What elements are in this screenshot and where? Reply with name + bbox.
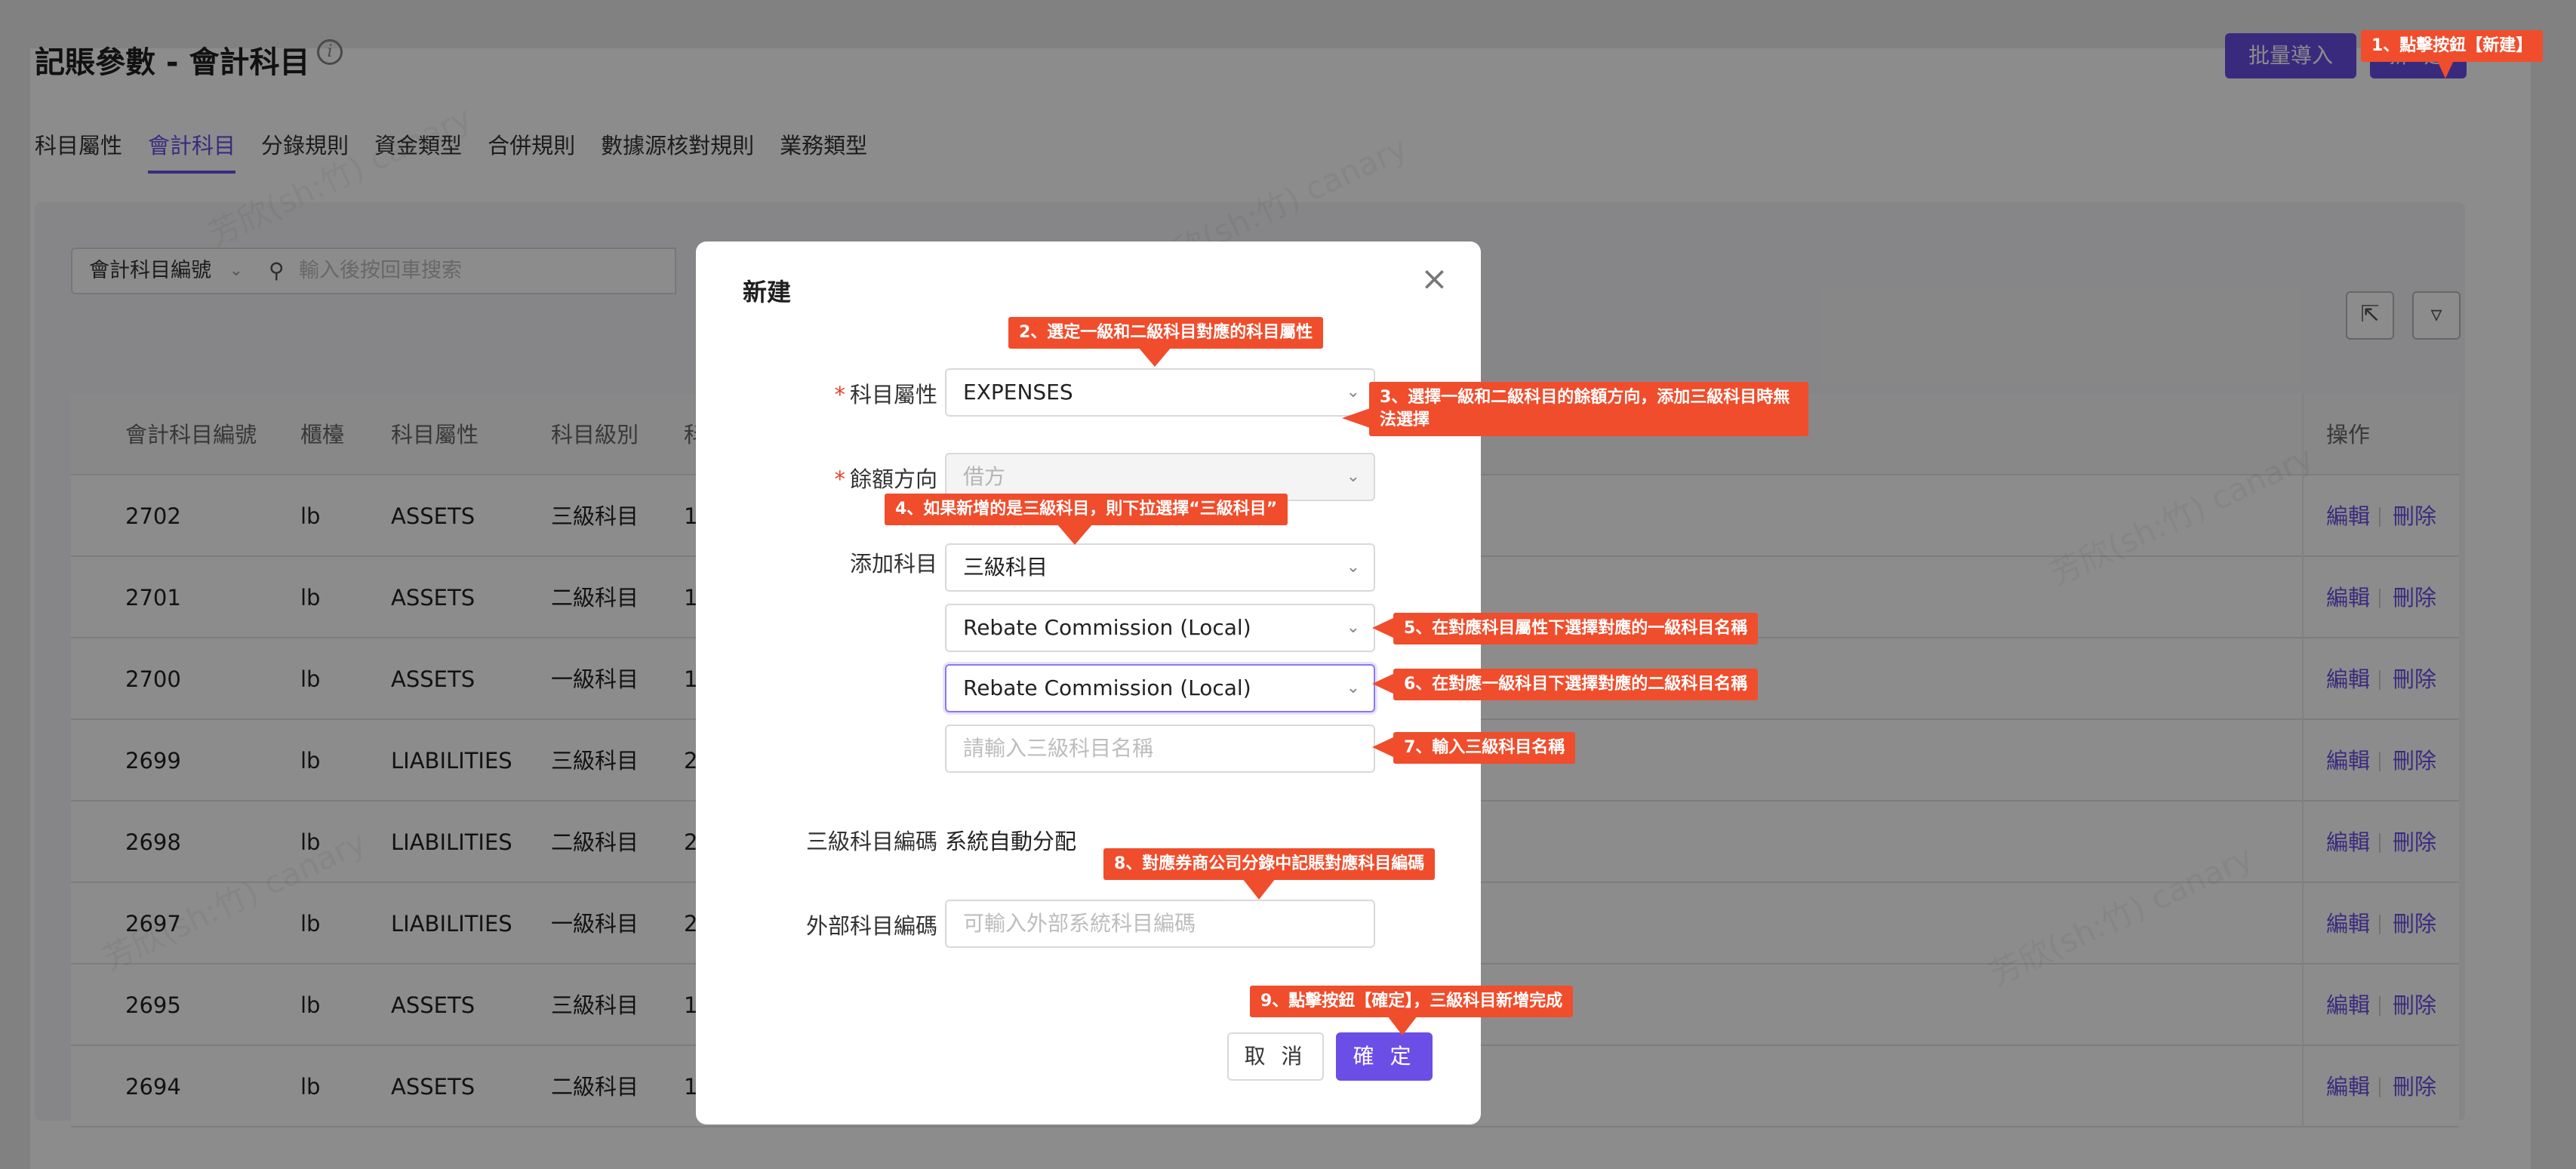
required-mark: * <box>834 466 845 492</box>
callout-step-3: 3、選擇一級和二級科目的餘額方向，添加三級科目時無法選擇 <box>1369 382 1808 436</box>
callout-pointer <box>1372 673 1395 694</box>
confirm-button[interactable]: 確 定 <box>1336 1032 1433 1081</box>
callout-pointer <box>1242 878 1276 900</box>
chevron-down-icon: ⌄ <box>1346 618 1360 637</box>
level3-code-value: 系統自動分配 <box>945 829 1077 854</box>
dialog-title: 新建 <box>743 278 792 306</box>
callout-pointer <box>2436 59 2454 78</box>
select-value: EXPENSES <box>963 380 1073 405</box>
callout-step-4: 4、如果新增的是三級科目，則下拉選擇“三級科目” <box>885 494 1288 525</box>
chevron-down-icon: ⌄ <box>1346 678 1360 697</box>
callout-step-5: 5、在對應科目屬性下選擇對應的一級科目名稱 <box>1393 613 1759 644</box>
level3-code-label: 三級科目編碼 <box>805 829 937 854</box>
callout-pointer <box>1372 617 1395 638</box>
close-icon[interactable]: × <box>1420 263 1448 296</box>
label-text: 科目屬性 <box>849 382 937 408</box>
account-level-select[interactable]: 三級科目 ⌄ <box>945 543 1375 592</box>
callout-step-8: 8、對應券商公司分錄中記賬對應科目編碼 <box>1103 848 1436 880</box>
callout-step-2: 2、選定一級和二級科目對應的科目屬性 <box>1008 317 1324 349</box>
callout-pointer <box>1138 347 1171 367</box>
external-code-input[interactable]: 可輸入外部系統科目編碼 <box>945 900 1375 948</box>
external-code-label: 外部科目編碼 <box>805 913 937 939</box>
input-placeholder: 可輸入外部系統科目編碼 <box>963 911 1196 936</box>
callout-pointer <box>1342 408 1372 429</box>
select-value: 三級科目 <box>963 555 1048 580</box>
callout-pointer <box>1372 737 1395 758</box>
balance-direction-label: * 餘額方向 <box>696 462 937 494</box>
callout-step-7: 7、輸入三級科目名稱 <box>1393 732 1576 764</box>
select-value: Rebate Commission (Local) <box>963 675 1251 700</box>
level1-account-select[interactable]: Rebate Commission (Local) ⌄ <box>945 604 1375 652</box>
chevron-down-icon: ⌄ <box>1346 558 1360 577</box>
callout-pointer <box>1057 524 1093 545</box>
callout-step-1: 1、點擊按鈕【新建】 <box>2361 30 2544 62</box>
required-mark: * <box>834 382 845 408</box>
callout-pointer <box>1387 1016 1417 1035</box>
input-placeholder: 請輸入三級科目名稱 <box>963 736 1154 761</box>
chevron-down-icon: ⌄ <box>1346 467 1360 486</box>
add-account-label: 添加科目 <box>849 551 937 577</box>
level3-name-input[interactable]: 請輸入三級科目名稱 <box>945 724 1375 773</box>
level2-account-select[interactable]: Rebate Commission (Local) ⌄ <box>945 664 1375 712</box>
callout-step-9: 9、點擊按鈕【確定】，三級科目新增完成 <box>1250 986 1574 1017</box>
cancel-button[interactable]: 取 消 <box>1227 1032 1324 1081</box>
account-attribute-select[interactable]: EXPENSES ⌄ <box>945 368 1375 417</box>
select-value: Rebate Commission (Local) <box>963 615 1251 640</box>
account-attribute-label: * 科目屬性 <box>696 377 937 409</box>
callout-step-6: 6、在對應一級科目下選擇對應的二級科目名稱 <box>1393 669 1759 700</box>
select-value: 借方 <box>963 464 1006 489</box>
label-text: 餘額方向 <box>849 466 937 492</box>
